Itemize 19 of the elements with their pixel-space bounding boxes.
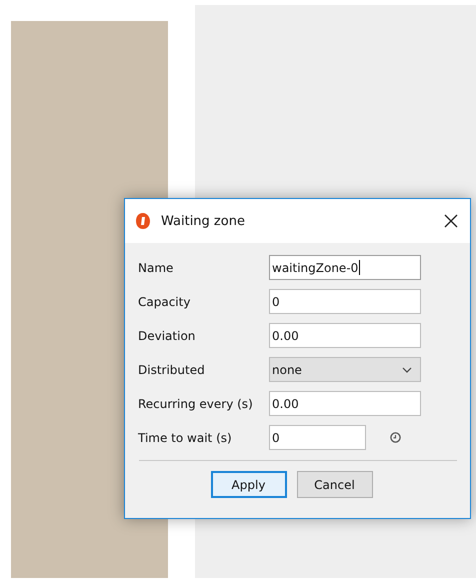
- field-label: Distributed: [138, 362, 206, 376]
- dropdown[interactable]: none: [269, 357, 421, 382]
- dialog-button[interactable]: Apply: [210, 471, 286, 498]
- input-field[interactable]: waitingZone-0: [269, 255, 421, 280]
- close-icon[interactable]: [444, 214, 458, 228]
- field-label: Deviation: [138, 328, 196, 342]
- field-label: Time to wait (s): [138, 430, 233, 444]
- input-field[interactable]: 0: [269, 425, 366, 450]
- input-field[interactable]: 0.00: [269, 391, 421, 416]
- field-label: Recurring every (s): [138, 396, 254, 410]
- clock-icon[interactable]: [390, 432, 401, 443]
- field-label: Name: [138, 260, 174, 274]
- app-logo-icon: [135, 212, 151, 230]
- input-field[interactable]: 0: [269, 289, 421, 314]
- chevron-down-icon: [402, 366, 412, 372]
- field-label: Capacity: [138, 294, 192, 308]
- window-title: Waiting zone: [161, 214, 246, 228]
- dialog-button[interactable]: Cancel: [296, 471, 372, 498]
- input-field[interactable]: 0.00: [269, 323, 421, 348]
